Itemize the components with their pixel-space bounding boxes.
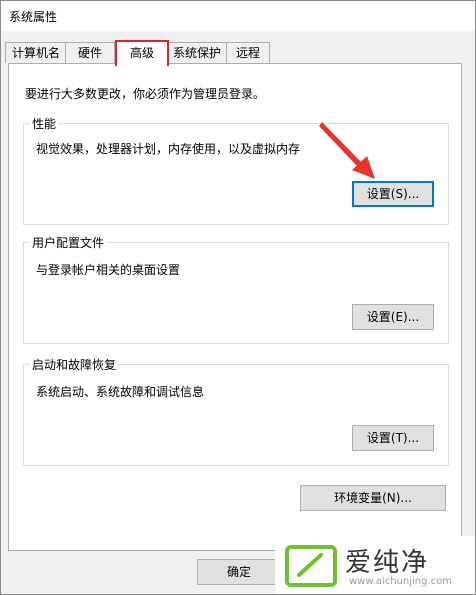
user-profiles-title: 用户配置文件 <box>30 234 107 251</box>
startup-recovery-settings-button[interactable]: 设置(T)... <box>352 425 434 451</box>
system-properties-window: 系统属性 计算机名 硬件 高级 系统保护 远程 要进行大多数更改，你必须作为管理… <box>0 0 476 595</box>
tab-computer-name[interactable]: 计算机名 <box>5 42 67 63</box>
watermark-text: 爱纯净 <box>345 548 430 578</box>
ok-button[interactable]: 确定 <box>197 559 281 585</box>
performance-description: 视觉效果，处理器计划，内存使用，以及虚拟内存 <box>36 142 301 156</box>
environment-variables-button[interactable]: 环境变量(N)... <box>300 485 446 511</box>
window-title: 系统属性 <box>9 10 58 24</box>
startup-recovery-title: 启动和故障恢复 <box>30 356 119 373</box>
tab-strip: 计算机名 硬件 高级 系统保护 远程 <box>1 31 475 66</box>
title-bar[interactable]: 系统属性 <box>1 1 475 31</box>
tab-hardware[interactable]: 硬件 <box>65 42 115 63</box>
watermark-url: www.aichunjing.com <box>349 576 452 587</box>
user-profiles-settings-button[interactable]: 设置(E)... <box>352 304 434 330</box>
user-profiles-description: 与登录帐户相关的桌面设置 <box>36 263 181 277</box>
tab-remote[interactable]: 远程 <box>226 42 270 63</box>
tab-advanced[interactable]: 高级 <box>115 40 169 66</box>
performance-group: 性能 视觉效果，处理器计划，内存使用，以及虚拟内存 <box>23 115 449 225</box>
watermark-logo-icon <box>285 545 337 587</box>
performance-settings-button[interactable]: 设置(S)... <box>352 181 434 207</box>
watermark: 爱纯净 www.aichunjing.com <box>275 536 475 594</box>
startup-recovery-description: 系统启动、系统故障和调试信息 <box>36 385 205 399</box>
tab-system-protection[interactable]: 系统保护 <box>167 42 227 63</box>
admin-notice: 要进行大多数更改，你必须作为管理员登录。 <box>25 87 266 101</box>
performance-title: 性能 <box>30 115 59 132</box>
